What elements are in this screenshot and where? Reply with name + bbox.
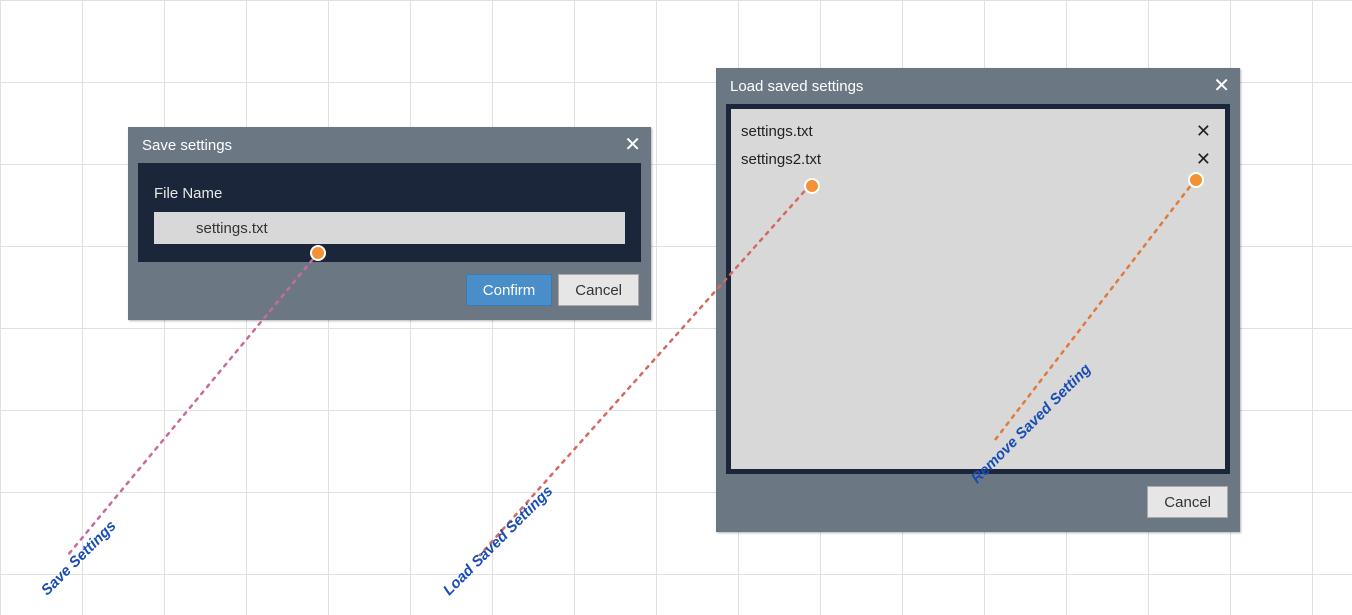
close-icon[interactable]: ✕ [1213,76,1230,96]
list-item-label: settings.txt [741,123,813,140]
annotation-dot [1188,172,1204,188]
list-item[interactable]: settings.txt ✕ [741,117,1215,145]
confirm-button[interactable]: Confirm [466,274,553,306]
filename-input[interactable] [154,212,625,244]
annotation-dot [310,245,326,261]
annotation-dot [804,178,820,194]
remove-item-icon[interactable]: ✕ [1192,121,1215,142]
save-dialog-body: File Name [138,163,641,262]
close-icon[interactable]: ✕ [624,135,641,155]
remove-item-icon[interactable]: ✕ [1192,149,1215,170]
cancel-button[interactable]: Cancel [558,274,639,306]
saved-settings-list: settings.txt ✕ settings2.txt ✕ [726,104,1230,474]
load-settings-dialog: Load saved settings ✕ settings.txt ✕ set… [716,68,1240,532]
list-item-label: settings2.txt [741,151,821,168]
load-dialog-title: Load saved settings [730,78,863,95]
filename-label: File Name [154,185,625,202]
load-dialog-titlebar[interactable]: Load saved settings ✕ [716,68,1240,104]
save-dialog-buttons: Confirm Cancel [128,262,651,320]
list-item[interactable]: settings2.txt ✕ [741,145,1215,173]
save-dialog-titlebar[interactable]: Save settings ✕ [128,127,651,163]
cancel-button[interactable]: Cancel [1147,486,1228,518]
save-dialog-title: Save settings [142,137,232,154]
save-settings-dialog: Save settings ✕ File Name Confirm Cancel [128,127,651,320]
